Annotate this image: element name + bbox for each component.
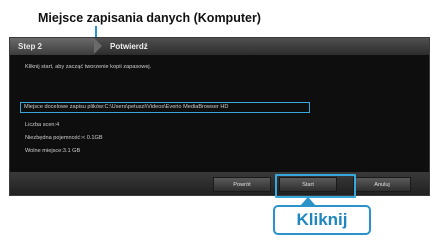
step-title: Potwierdź bbox=[110, 42, 148, 51]
cancel-button[interactable]: Anuluj bbox=[353, 177, 411, 192]
backup-wizard-window: Step 2 Potwierdź Kliknij start, aby zacz… bbox=[9, 37, 430, 196]
step-indicator: Step 2 bbox=[10, 38, 94, 55]
annotation-caption: Miejsce zapisania danych (Komputer) bbox=[38, 11, 261, 25]
start-highlight-box bbox=[275, 174, 356, 198]
required-space-text: Niezbędna pojemność:< 0.1GB bbox=[25, 135, 103, 141]
instruction-text: Kliknij start, aby zacząć tworzenie kopi… bbox=[25, 64, 152, 70]
wizard-footer: Powrót Start Anuluj bbox=[10, 172, 429, 195]
step-bar: Step 2 Potwierdź bbox=[10, 38, 429, 55]
click-callout: Kliknij bbox=[273, 205, 371, 235]
step-arrow-icon bbox=[94, 38, 102, 54]
save-location-text: Miejsce docelowe zapisu plików:C:\Users\… bbox=[24, 104, 229, 110]
summary-panel: Kliknij start, aby zacząć tworzenie kopi… bbox=[10, 55, 429, 172]
scene-count-text: Liczba scen:4 bbox=[25, 122, 60, 128]
back-button[interactable]: Powrót bbox=[213, 177, 271, 192]
free-space-text: Wolne miejsce:3.1 GB bbox=[25, 148, 81, 154]
